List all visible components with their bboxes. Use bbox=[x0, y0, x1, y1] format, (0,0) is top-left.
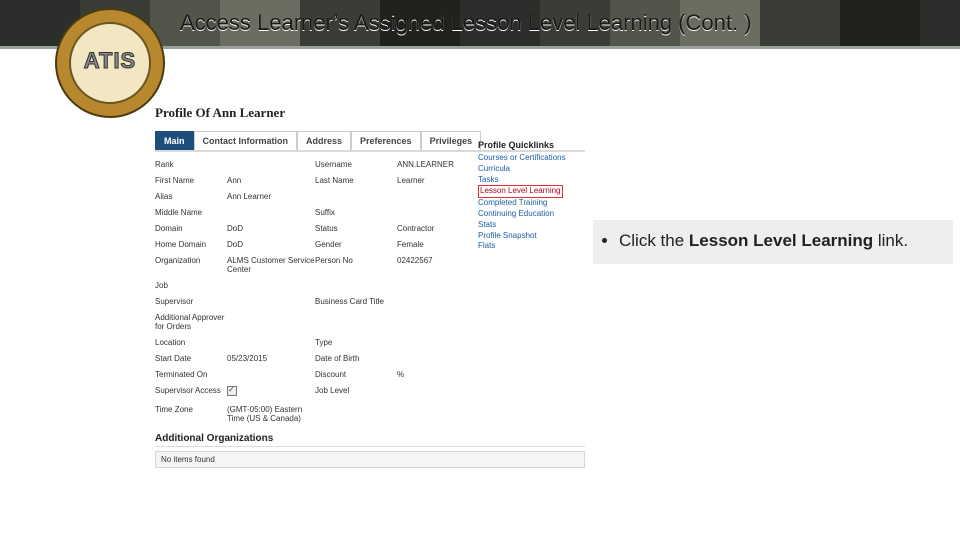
field-value bbox=[397, 297, 467, 306]
tab-privileges[interactable]: Privileges bbox=[421, 131, 482, 150]
field-label: Organization bbox=[155, 256, 227, 274]
field-value: DoD bbox=[227, 240, 315, 249]
field-value bbox=[227, 386, 315, 398]
field-label: Middle Name bbox=[155, 208, 227, 217]
additional-orgs-heading: Additional Organizations bbox=[155, 433, 585, 447]
tab-preferences[interactable]: Preferences bbox=[351, 131, 421, 150]
field-label: Supervisor bbox=[155, 297, 227, 306]
field-label: Username bbox=[315, 160, 397, 169]
profile-heading: Profile Of Ann Learner bbox=[155, 105, 585, 121]
field-value: DoD bbox=[227, 224, 315, 233]
field-label: Discount bbox=[315, 370, 397, 379]
quicklink-completed-training[interactable]: Completed Training bbox=[478, 198, 573, 209]
field-value: Learner bbox=[397, 176, 467, 185]
field-value: Ann Learner bbox=[227, 192, 315, 201]
field-label bbox=[315, 313, 397, 331]
no-items-banner: No items found bbox=[155, 451, 585, 468]
tab-contact-information[interactable]: Contact Information bbox=[194, 131, 298, 150]
field-label: Domain bbox=[155, 224, 227, 233]
field-label: Job bbox=[155, 281, 227, 290]
field-value bbox=[227, 281, 315, 290]
field-label bbox=[315, 281, 397, 290]
field-value: ALMS Customer Service Center bbox=[227, 256, 315, 274]
field-value bbox=[227, 160, 315, 169]
field-label: Status bbox=[315, 224, 397, 233]
field-label: Supervisor Access bbox=[155, 386, 227, 398]
field-label: Gender bbox=[315, 240, 397, 249]
quicklink-flats[interactable]: Flats bbox=[478, 241, 573, 252]
quicklink-continuing-education-stats[interactable]: Continuing Education Stats bbox=[478, 209, 573, 231]
instruction-strong: Lesson Level Learning bbox=[689, 231, 873, 250]
field-value bbox=[227, 208, 315, 217]
instruction-after: link. bbox=[873, 231, 908, 250]
field-value bbox=[397, 208, 467, 217]
instruction-callout: Click the Lesson Level Learning link. bbox=[593, 220, 953, 264]
instruction-item: Click the Lesson Level Learning link. bbox=[619, 230, 943, 252]
quicklinks-heading: Profile Quicklinks bbox=[478, 140, 573, 150]
field-label: Type bbox=[315, 338, 397, 347]
field-label: Alias bbox=[155, 192, 227, 201]
field-value: Female bbox=[397, 240, 467, 249]
field-value: 02422567 bbox=[397, 256, 467, 274]
field-label bbox=[315, 405, 397, 423]
field-value bbox=[397, 354, 467, 363]
field-value: Ann bbox=[227, 176, 315, 185]
quicklinks-list: Courses or CertificationsCurriculaTasksL… bbox=[478, 153, 573, 252]
tab-address[interactable]: Address bbox=[297, 131, 351, 150]
field-value bbox=[397, 338, 467, 347]
field-label: Additional Approver for Orders bbox=[155, 313, 227, 331]
field-value: (GMT-05:00) Eastern Time (US & Canada) bbox=[227, 405, 315, 423]
field-value bbox=[397, 405, 467, 423]
field-value bbox=[227, 297, 315, 306]
quicklink-lesson-level-learning[interactable]: Lesson Level Learning bbox=[478, 185, 563, 198]
badge-acronym: ATIS bbox=[55, 48, 165, 74]
field-label: Terminated On bbox=[155, 370, 227, 379]
quicklink-profile-snapshot[interactable]: Profile Snapshot bbox=[478, 231, 573, 242]
field-label: Business Card Title bbox=[315, 297, 397, 306]
field-label: Suffix bbox=[315, 208, 397, 217]
field-value bbox=[397, 386, 467, 398]
supervisor-access-checkbox[interactable] bbox=[227, 386, 237, 396]
field-value bbox=[227, 370, 315, 379]
instruction-before: Click the bbox=[619, 231, 689, 250]
field-label: Time Zone bbox=[155, 405, 227, 423]
tab-main[interactable]: Main bbox=[155, 131, 194, 150]
field-label: Start Date bbox=[155, 354, 227, 363]
field-label: Last Name bbox=[315, 176, 397, 185]
field-label bbox=[315, 192, 397, 201]
field-label: Person No bbox=[315, 256, 397, 274]
field-value bbox=[227, 313, 315, 331]
field-value: Contractor bbox=[397, 224, 467, 233]
field-label: Home Domain bbox=[155, 240, 227, 249]
field-label: Rank bbox=[155, 160, 227, 169]
field-value: ANN.LEARNER bbox=[397, 160, 467, 169]
field-value bbox=[397, 281, 467, 290]
field-label: Job Level bbox=[315, 386, 397, 398]
quicklink-courses-or-certifications[interactable]: Courses or Certifications bbox=[478, 153, 573, 164]
quicklink-tasks[interactable]: Tasks bbox=[478, 175, 573, 186]
field-label: Location bbox=[155, 338, 227, 347]
field-value bbox=[397, 192, 467, 201]
field-label: Date of Birth bbox=[315, 354, 397, 363]
profile-quicklinks: Profile Quicklinks Courses or Certificat… bbox=[478, 140, 573, 252]
field-value: 05/23/2015 bbox=[227, 354, 315, 363]
atis-badge: ATIS bbox=[55, 8, 165, 118]
field-value bbox=[227, 338, 315, 347]
quicklink-curricula[interactable]: Curricula bbox=[478, 164, 573, 175]
page-title: Access Learner’s Assigned Lesson Level L… bbox=[180, 10, 752, 36]
field-label: First Name bbox=[155, 176, 227, 185]
field-value bbox=[397, 313, 467, 331]
field-value: % bbox=[397, 370, 467, 379]
